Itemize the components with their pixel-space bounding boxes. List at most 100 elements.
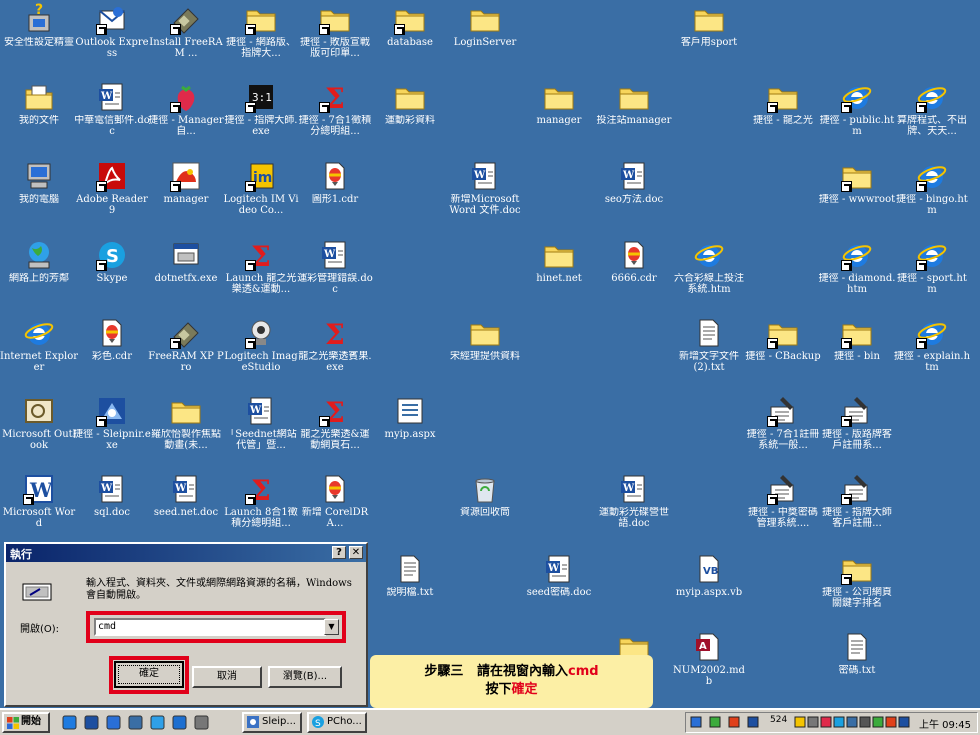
tray-app-icon[interactable]	[747, 716, 759, 728]
desktop-icon[interactable]: 算牌程式、不出牌、天天...	[893, 78, 971, 152]
display-icon[interactable]	[128, 715, 143, 730]
outlook-express-icon[interactable]	[106, 715, 121, 730]
tray-app-icon[interactable]	[846, 716, 858, 728]
desktop-icon[interactable]: 捷徑 - bin	[818, 314, 896, 388]
tray-app-icon[interactable]	[728, 716, 740, 728]
desktop-icon[interactable]: 圖形1.cdr	[296, 157, 374, 231]
desktop-icon[interactable]: manager	[147, 157, 225, 231]
desktop-icon[interactable]: database	[371, 0, 449, 74]
desktop-icon[interactable]: W 運動彩光碟營世語.doc	[595, 470, 673, 544]
close-button[interactable]: ✕	[349, 546, 363, 559]
clock[interactable]: 上午 09:45	[919, 716, 971, 731]
chevron-down-icon[interactable]: ▼	[324, 619, 339, 635]
desktop-icon[interactable]: Logitech ImageStudio	[222, 314, 300, 388]
desktop-icon[interactable]: W 運彩管理錯誤.doc	[296, 236, 374, 310]
desktop-icon[interactable]: 客戶用sport	[670, 0, 748, 74]
desktop-icon[interactable]: 捷徑 - 龍之光	[744, 78, 822, 152]
task-button-pchome[interactable]: S PCho...	[307, 712, 367, 733]
desktop-icon[interactable]: Wseed密碼.doc	[520, 550, 598, 624]
cancel-button[interactable]: 取消	[192, 666, 262, 688]
desktop-icon[interactable]: Wseed.net.doc	[147, 470, 225, 544]
desktop-icon[interactable]: LoginServer	[446, 0, 524, 74]
desktop-icon[interactable]: Outlook Express	[73, 0, 151, 74]
desktop-icon[interactable]: VB myip.aspx.vb	[670, 550, 748, 624]
desktop-icon[interactable]: 捷徑 - diamond.htm	[818, 236, 896, 310]
network-icon[interactable]	[150, 715, 165, 730]
desktop-icon[interactable]: 六合彩線上投注系統.htm	[670, 236, 748, 310]
desktop-icon[interactable]: Σ 龍之光樂透&運動網頁石...	[296, 392, 374, 466]
help-button[interactable]: ?	[332, 546, 346, 559]
desktop-icon[interactable]: W 新增Microsoft Word 文件.doc	[446, 157, 524, 231]
desktop-icon[interactable]: W Microsoft Word	[0, 470, 78, 544]
task-button-sleipnir[interactable]: Sleip...	[242, 712, 302, 733]
word-icon[interactable]	[84, 715, 99, 730]
desktop-icon[interactable]: 新增文字文件 (2).txt	[670, 314, 748, 388]
desktop-icon[interactable]: 3:1 捷徑 - 指牌大師.exe	[222, 78, 300, 152]
desktop-icon[interactable]: 捷徑 - public.htm	[818, 78, 896, 152]
tray-app-icon[interactable]	[872, 716, 884, 728]
desktop-icon[interactable]: 彩色.cdr	[73, 314, 151, 388]
tray-app-icon[interactable]	[820, 716, 832, 728]
desktop-icon[interactable]: Install FreeRAM ...	[147, 0, 225, 74]
desktop-icon[interactable]: myip.aspx	[371, 392, 449, 466]
logitech-icon[interactable]	[194, 715, 209, 730]
desktop-icon[interactable]: 捷徑 - 版路牌客戶註冊系...	[818, 392, 896, 466]
desktop-icon[interactable]: Wsql.doc	[73, 470, 151, 544]
tray-app-icon[interactable]	[690, 716, 702, 728]
desktop-icon[interactable]: dotnetfx.exe	[147, 236, 225, 310]
desktop-icon[interactable]: A NUM2002.mdb	[670, 628, 748, 702]
desktop-icon[interactable]: 捷徑 - 指牌大師客戶註冊...	[818, 470, 896, 544]
desktop-icon[interactable]: 捷徑 - explain.htm	[893, 314, 971, 388]
desktop-icon[interactable]: Σ 捷徑 - 7合1徵積分總明組...	[296, 78, 374, 152]
start-button[interactable]: 開始	[2, 712, 50, 733]
desktop-icon[interactable]: Wseo方法.doc	[595, 157, 673, 231]
desktop-icon[interactable]: 運動彩資料	[371, 78, 449, 152]
desktop-icon[interactable]: 捷徑 - Sleipnir.exe	[73, 392, 151, 466]
desktop-icon[interactable]: 捷徑 - sport.htm	[893, 236, 971, 310]
desktop-icon[interactable]: 我的電腦	[0, 157, 78, 231]
browse-button[interactable]: 瀏覽(B)...	[268, 666, 342, 688]
desktop-icon[interactable]: Microsoft Outlook	[0, 392, 78, 466]
desktop-icon[interactable]: manager	[520, 78, 598, 152]
desktop-icon[interactable]: 密碼.txt	[818, 628, 896, 702]
desktop-icon[interactable]: Σ Launch 龍之光樂透&運動...	[222, 236, 300, 310]
desktop-icon[interactable]: W 「Seednet網站代管」暨...	[222, 392, 300, 466]
desktop-icon[interactable]: hinet.net	[520, 236, 598, 310]
ie-icon[interactable]	[62, 715, 77, 730]
desktop-icon[interactable]: 捷徑 - 公司網頁關鍵字排名	[818, 550, 896, 624]
desktop-icon[interactable]: S Skype	[73, 236, 151, 310]
desktop-icon[interactable]: 6666.cdr	[595, 236, 673, 310]
desktop-icon[interactable]: 捷徑 - 網路版、指牌大...	[222, 0, 300, 74]
desktop-icon[interactable]: 捷徑 - bingo.htm	[893, 157, 971, 231]
desktop-icon[interactable]: 捷徑 - wwwroot	[818, 157, 896, 231]
desktop-icon[interactable]: 資源回收筒	[446, 470, 524, 544]
desktop-icon[interactable]: Internet Explorer	[0, 314, 78, 388]
desktop-icon[interactable]: 我的文件	[0, 78, 78, 152]
tray-app-icon[interactable]	[833, 716, 845, 728]
msn-icon[interactable]	[172, 715, 187, 730]
desktop-icon[interactable]: FreeRAM XP Pro	[147, 314, 225, 388]
desktop-icon[interactable]: Adobe Reader 9	[73, 157, 151, 231]
ok-button[interactable]: 確定	[114, 661, 184, 688]
desktop-icon[interactable]: 網路上的芳鄰	[0, 236, 78, 310]
desktop-icon[interactable]: ? 安全性設定精靈	[0, 0, 78, 74]
tray-app-icon[interactable]	[807, 716, 819, 728]
tray-app-icon[interactable]	[898, 716, 910, 728]
desktop-icon[interactable]: 捷徑 - Manager自...	[147, 78, 225, 152]
desktop-icon[interactable]: 說明檔.txt	[371, 550, 449, 624]
desktop-icon[interactable]: Σ Launch 8合1徵積分總明組...	[222, 470, 300, 544]
tray-app-icon[interactable]	[794, 716, 806, 728]
desktop-icon[interactable]: 宋經理提供資料	[446, 314, 524, 388]
desktop-icon[interactable]: W 中華電信郵件.doc	[73, 78, 151, 152]
desktop-icon[interactable]: 捷徑 - 中獎密碼管理系統....	[744, 470, 822, 544]
desktop-icon[interactable]: 投注站manager	[595, 78, 673, 152]
desktop-icon[interactable]: 捷徑 - 7合1註冊系統一般...	[744, 392, 822, 466]
desktop-icon[interactable]: 羅欣怡製作焦點動畫(未...	[147, 392, 225, 466]
open-input[interactable]: cmd	[94, 618, 326, 636]
desktop-icon[interactable]: im Logitech IM Video Co...	[222, 157, 300, 231]
desktop-icon[interactable]: Σ 龍之光樂透賓果.exe	[296, 314, 374, 388]
tray-app-icon[interactable]	[709, 716, 721, 728]
desktop-icon[interactable]: 新增 CorelDRA...	[296, 470, 374, 544]
run-dialog-titlebar[interactable]: 執行 ? ✕	[6, 544, 366, 562]
tray-app-icon[interactable]	[885, 716, 897, 728]
